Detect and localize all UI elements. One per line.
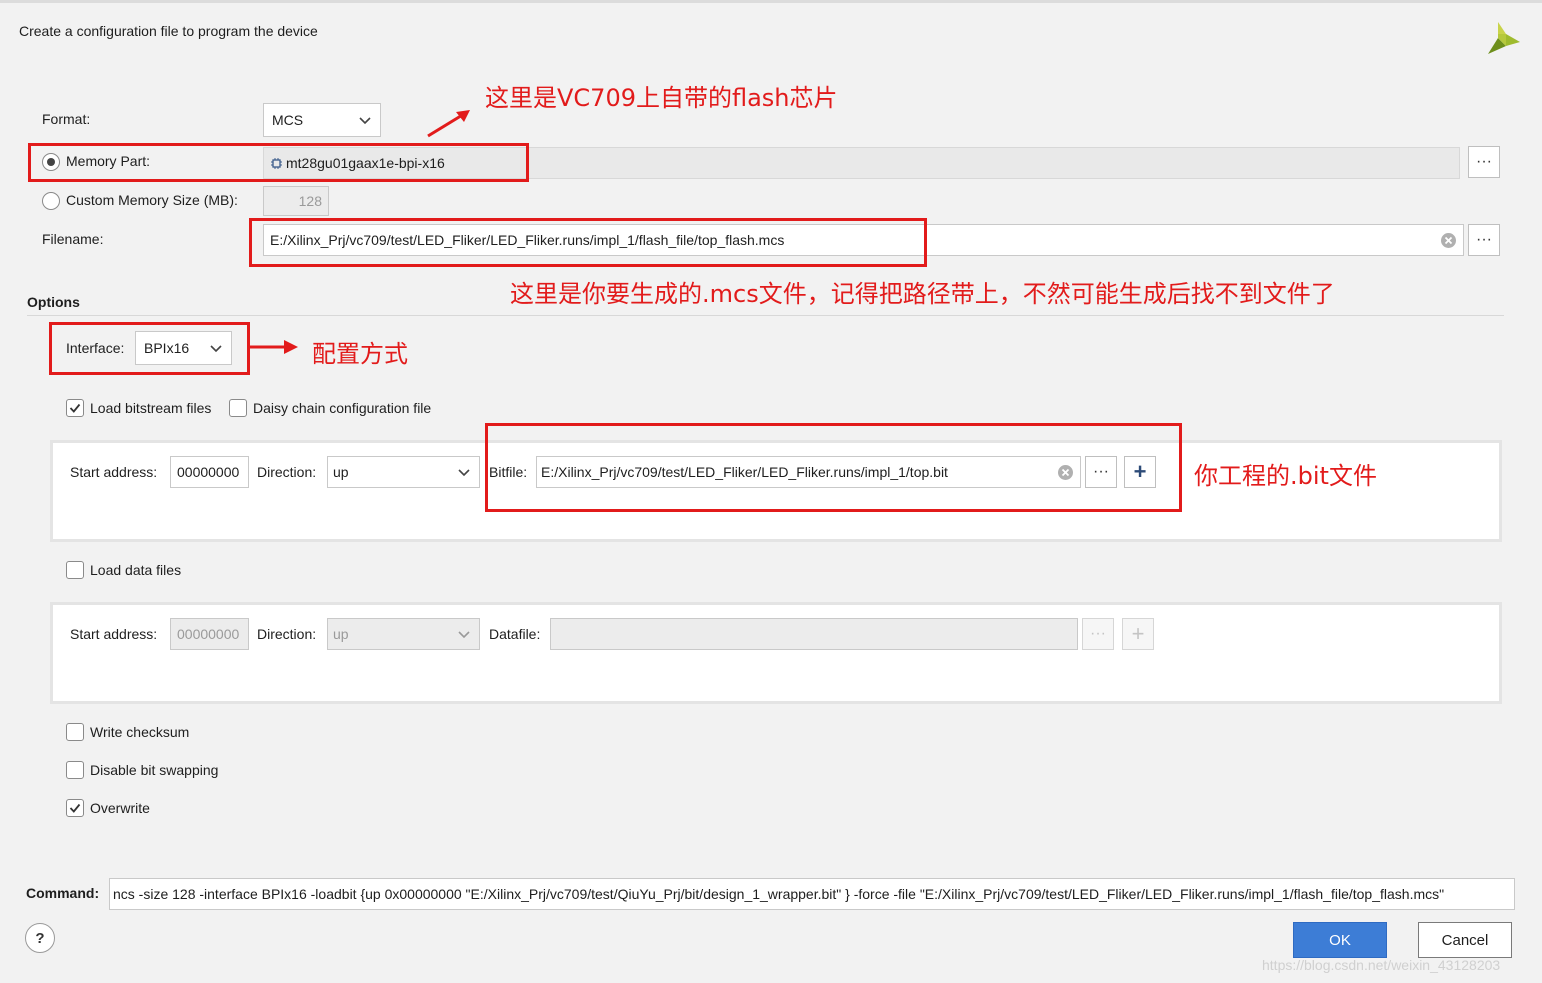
daisy-chain-checkbox[interactable] [229,399,247,417]
memory-part-browse-button[interactable]: ··· [1468,146,1500,178]
cancel-button[interactable]: Cancel [1418,922,1512,958]
load-bitstream-label: Load bitstream files [90,400,212,416]
command-field[interactable]: ncs -size 128 -interface BPIx16 -loadbit… [109,878,1515,910]
ok-button[interactable]: OK [1293,922,1387,958]
bit-start-address-label: Start address: [70,464,158,480]
annotation-bit-file: 你工程的.bit文件 [1194,462,1377,490]
dialog-header: Create a configuration file to program t… [19,23,318,39]
filename-highlight [249,218,927,267]
clear-icon[interactable] [1440,232,1457,249]
memory-part-highlight [28,143,529,182]
chevron-down-icon [458,469,470,477]
data-direction-value: up [333,626,349,642]
watermark: https://blog.csdn.net/weixin_43128203 [1262,957,1501,973]
disable-bit-swapping-checkbox[interactable] [66,761,84,779]
add-datafile-button[interactable]: + [1122,618,1154,650]
write-checksum-label: Write checksum [90,724,190,740]
bit-direction-label: Direction: [257,464,317,480]
xilinx-logo-icon [1488,22,1520,54]
data-start-address-input[interactable]: 00000000 [170,618,249,650]
filename-browse-button[interactable]: ··· [1468,224,1500,256]
checkmark-icon [69,803,81,813]
overwrite-label: Overwrite [90,800,150,816]
load-data-label: Load data files [90,562,182,578]
checkmark-icon [69,403,81,413]
options-title: Options [27,294,80,310]
format-label: Format: [42,111,91,127]
annotation-flash-chip: 这里是VC709上自带的flash芯片 [485,84,838,112]
bit-direction-value: up [333,464,349,480]
bit-direction-select[interactable]: up [327,456,480,488]
annotation-arrow-icon [250,340,298,354]
bit-start-address-input[interactable]: 00000000 [170,456,249,488]
filename-label: Filename: [42,231,104,247]
data-direction-select[interactable]: up [327,618,480,650]
data-start-address-label: Start address: [70,626,158,642]
write-checksum-checkbox[interactable] [66,723,84,741]
overwrite-checkbox[interactable] [66,799,84,817]
custom-size-radio[interactable] [42,192,60,210]
disable-bit-swapping-label: Disable bit swapping [90,762,219,778]
bitfile-highlight [485,423,1182,512]
annotation-mcs-file: 这里是你要生成的.mcs文件，记得把路径带上，不然可能生成后找不到文件了 [510,280,1335,308]
datafile-input[interactable] [550,618,1078,650]
chevron-down-icon [458,631,470,639]
data-direction-label: Direction: [257,626,317,642]
interface-highlight [49,322,250,375]
custom-size-field[interactable]: 128 [263,186,329,216]
load-data-checkbox[interactable] [66,561,84,579]
datafile-browse-button[interactable]: ··· [1082,618,1114,650]
load-bitstream-checkbox[interactable] [66,399,84,417]
top-border [0,0,1542,3]
chevron-down-icon [359,117,371,125]
daisy-chain-label: Daisy chain configuration file [253,400,432,416]
command-label: Command: [26,885,100,901]
options-divider [27,315,1504,316]
format-select[interactable]: MCS [263,103,381,137]
annotation-config-mode: 配置方式 [312,340,408,368]
custom-size-label: Custom Memory Size (MB): [66,192,238,208]
format-value: MCS [272,112,304,128]
datafile-label: Datafile: [489,626,541,642]
annotation-arrow-icon [427,110,470,138]
help-button[interactable]: ? [25,923,55,953]
